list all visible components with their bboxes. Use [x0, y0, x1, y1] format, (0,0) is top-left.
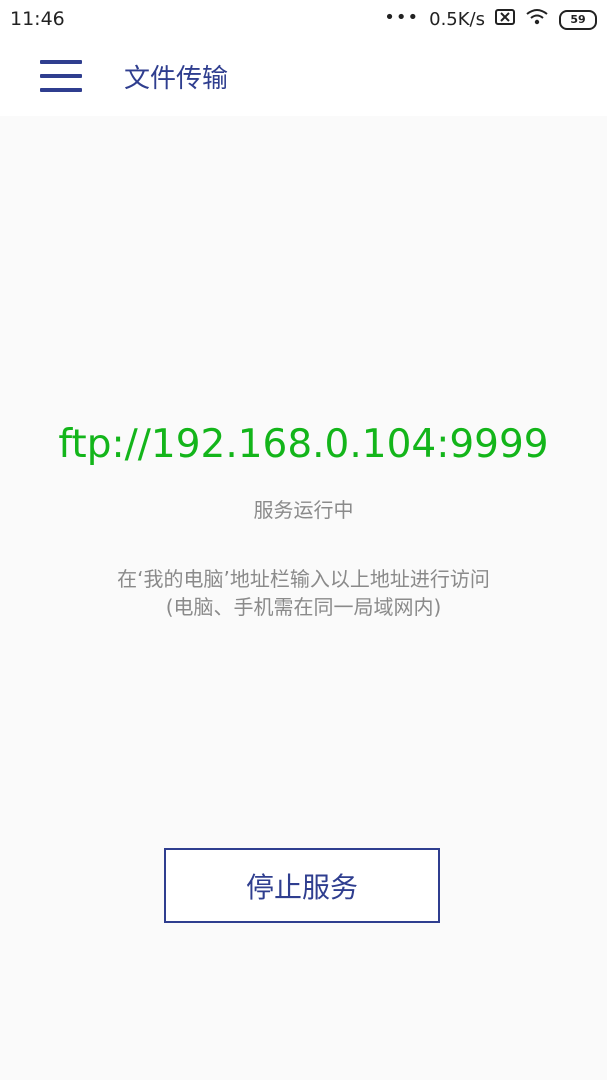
access-hint: 在‘我的电脑’地址栏输入以上地址进行访问 (电脑、手机需在同一局域网内)	[0, 565, 607, 621]
network-speed: 0.5K/s	[429, 9, 485, 30]
battery-level: 59	[570, 13, 586, 26]
page-title: 文件传输	[124, 64, 229, 94]
hint-line-1: 在‘我的电脑’地址栏输入以上地址进行访问	[117, 567, 490, 591]
wifi-icon	[525, 8, 549, 31]
stop-service-button[interactable]: 停止服务	[164, 848, 440, 923]
status-icons: ••• 0.5K/s 59	[384, 7, 597, 31]
main-content: ftp://192.168.0.104:9999 服务运行中 在‘我的电脑’地址…	[0, 116, 607, 1080]
status-time: 11:46	[10, 8, 65, 30]
more-dots-icon: •••	[384, 7, 420, 28]
no-sim-icon	[495, 9, 515, 30]
status-bar: 11:46 ••• 0.5K/s 59	[0, 0, 607, 40]
ftp-address: ftp://192.168.0.104:9999	[58, 422, 549, 467]
hint-line-2: (电脑、手机需在同一局域网内)	[165, 595, 442, 619]
battery-icon: 59	[559, 9, 597, 30]
hamburger-menu-icon[interactable]	[40, 60, 82, 92]
app-bar: 文件传输	[0, 40, 607, 116]
service-status: 服务运行中	[253, 498, 354, 522]
